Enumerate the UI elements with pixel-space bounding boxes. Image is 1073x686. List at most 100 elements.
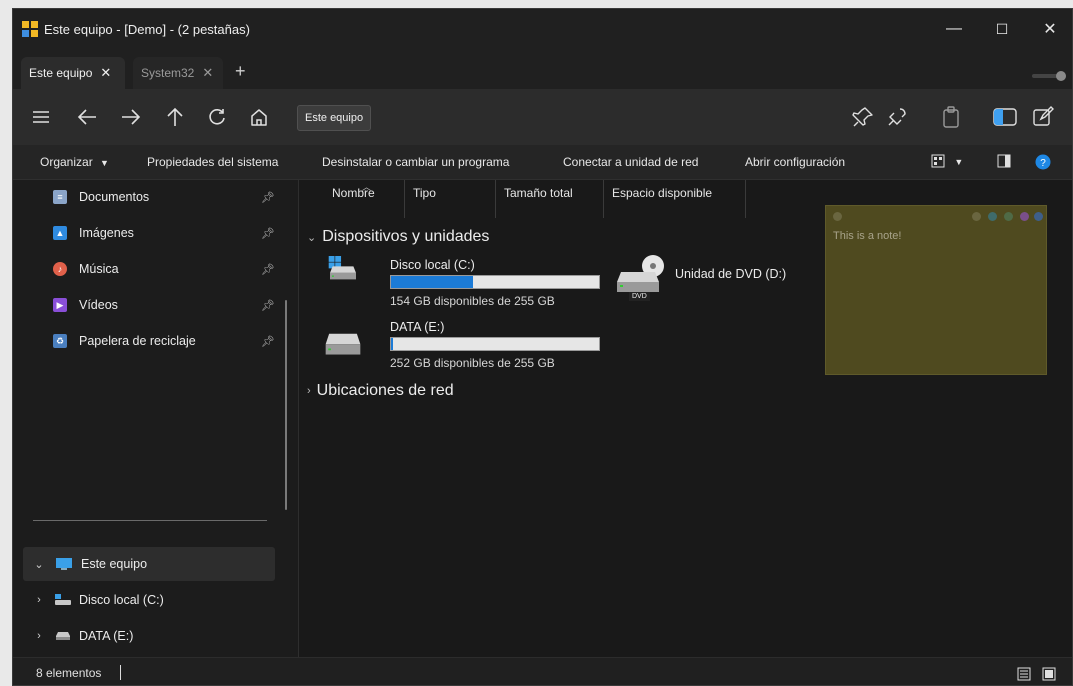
- sidebar-item-imagenes[interactable]: ▲ Imágenes: [53, 223, 134, 243]
- column-divider[interactable]: [603, 180, 604, 218]
- open-settings-button[interactable]: Abrir configuración: [745, 155, 845, 169]
- menu-icon[interactable]: [27, 103, 55, 131]
- address-bar[interactable]: Este equipo: [297, 105, 372, 131]
- pin-icon[interactable]: [849, 103, 877, 131]
- drive-icon: [55, 594, 71, 605]
- title-bar: Este equipo - [Demo] - (2 pestañas) — ☐ …: [13, 9, 1072, 49]
- view-options-button[interactable]: ▼: [931, 154, 963, 171]
- tab-system32[interactable]: System32 ✕: [133, 57, 223, 89]
- drive-name: Disco local (C:): [390, 258, 475, 272]
- column-header-tamano-total[interactable]: Tamaño total: [504, 186, 573, 200]
- sidebar-item-musica[interactable]: ♪ Música: [53, 259, 119, 279]
- drive-usage-bar: [390, 275, 600, 289]
- sidebar-scrollbar[interactable]: [285, 300, 287, 510]
- chevron-right-icon[interactable]: ›: [29, 630, 49, 642]
- preview-pane-button[interactable]: [997, 154, 1011, 171]
- dvd-badge: DVD: [629, 292, 650, 301]
- tab-bar: Este equipo ✕ System32 ✕ +: [13, 49, 1072, 89]
- sidebar-item-documentos[interactable]: ≡ Documentos: [53, 187, 149, 207]
- sidebar-divider: [33, 520, 267, 521]
- status-bar: 8 elementos: [13, 657, 1072, 685]
- close-tab-icon[interactable]: ✕: [100, 65, 111, 81]
- organize-label: Organizar: [40, 155, 93, 169]
- sidebar-item-videos[interactable]: ▶ Vídeos: [53, 295, 118, 315]
- windows-drive-icon: [328, 256, 356, 280]
- organize-menu[interactable]: Organizar ▼: [40, 155, 109, 169]
- refresh-icon[interactable]: [203, 103, 231, 131]
- pictures-icon: ▲: [53, 226, 67, 240]
- column-divider[interactable]: [745, 180, 746, 218]
- pinned-icon: 📌︎: [261, 228, 275, 240]
- sticky-note[interactable]: This is a note!: [825, 205, 1047, 375]
- window-title: Este equipo - [Demo] - (2 pestañas): [44, 22, 250, 37]
- column-header-nombre[interactable]: Nombre: [332, 186, 375, 200]
- note-text[interactable]: This is a note!: [833, 230, 901, 242]
- chevron-right-icon: ›: [307, 385, 311, 397]
- close-tab-icon[interactable]: ✕: [202, 65, 213, 81]
- edit-icon[interactable]: [1029, 103, 1057, 131]
- close-button[interactable]: ✕: [1026, 9, 1072, 49]
- column-divider[interactable]: [495, 180, 496, 218]
- tab-este-equipo[interactable]: Este equipo ✕: [21, 57, 125, 89]
- note-color-dot[interactable]: [1004, 212, 1013, 221]
- new-tab-button[interactable]: +: [235, 61, 246, 82]
- dual-pane-icon[interactable]: [991, 103, 1019, 131]
- drive-usage-fill: [391, 338, 394, 350]
- note-color-dot[interactable]: [1020, 212, 1029, 221]
- drive-name: DATA (E:): [390, 320, 445, 334]
- tree-item-este-equipo[interactable]: ⌄ Este equipo: [23, 547, 275, 581]
- tree-item-disco-local[interactable]: › Disco local (C:): [23, 583, 275, 617]
- column-header-espacio-disponible[interactable]: Espacio disponible: [612, 186, 712, 200]
- pinned-icon: 📌︎: [261, 264, 275, 276]
- navigation-pane: ≡ Documentos 📌︎ ▲ Imágenes 📌︎ ♪ Música 📌…: [13, 180, 299, 657]
- sidebar-item-label: Documentos: [79, 190, 150, 204]
- tab-label: Este equipo: [29, 66, 93, 80]
- preview-pane-icon: [997, 154, 1011, 168]
- minimize-button[interactable]: —: [930, 9, 978, 49]
- uninstall-program-button[interactable]: Desinstalar o cambiar un programa: [322, 155, 509, 169]
- sidebar-item-label: Imágenes: [79, 226, 134, 240]
- back-arrow-icon[interactable]: [73, 103, 101, 131]
- home-icon[interactable]: [245, 103, 273, 131]
- navigation-bar: Este equipo: [13, 89, 1072, 145]
- drive-free-space: 154 GB disponibles de 255 GB: [390, 294, 555, 308]
- drive-free-space: 252 GB disponibles de 255 GB: [390, 356, 555, 370]
- forward-arrow-icon[interactable]: [117, 103, 145, 131]
- help-button[interactable]: ?: [1035, 154, 1051, 173]
- chevron-right-icon[interactable]: ›: [29, 594, 49, 606]
- group-ubicaciones-red[interactable]: › Ubicaciones de red: [307, 382, 454, 400]
- videos-icon: ▶: [53, 298, 67, 312]
- pinned-icon: 📌︎: [261, 192, 275, 204]
- tab-width-slider[interactable]: [1032, 71, 1066, 81]
- chevron-down-icon[interactable]: ⌄: [29, 558, 49, 571]
- note-color-dot[interactable]: [972, 212, 981, 221]
- tree-item-data[interactable]: › DATA (E:): [23, 619, 275, 653]
- clipboard-icon[interactable]: [937, 103, 965, 131]
- unpin-icon[interactable]: [883, 103, 911, 131]
- pinned-icon: 📌︎: [261, 300, 275, 312]
- music-icon: ♪: [53, 262, 67, 276]
- drive-name: Unidad de DVD (D:): [675, 267, 787, 281]
- up-arrow-icon[interactable]: [161, 103, 189, 131]
- chevron-down-icon: ⌄: [307, 231, 317, 244]
- note-color-dot[interactable]: [988, 212, 997, 221]
- tab-label: System32: [141, 66, 195, 80]
- group-label: Dispositivos y unidades: [322, 228, 490, 245]
- system-properties-button[interactable]: Propiedades del sistema: [147, 155, 278, 169]
- sidebar-item-papelera[interactable]: ♻ Papelera de reciclaje: [53, 331, 196, 351]
- tree-item-label: Este equipo: [81, 557, 148, 571]
- group-dispositivos[interactable]: ⌄ Dispositivos y unidades: [307, 228, 489, 246]
- note-menu-dot[interactable]: [833, 212, 842, 221]
- note-color-dot[interactable]: [1034, 212, 1043, 221]
- details-view-icon[interactable]: [1017, 667, 1031, 681]
- svg-text:?: ?: [1040, 158, 1046, 169]
- sidebar-item-label: Música: [79, 262, 119, 276]
- column-header-tipo[interactable]: Tipo: [413, 186, 436, 200]
- large-icons-view-icon[interactable]: [1042, 667, 1056, 681]
- map-network-drive-button[interactable]: Conectar a unidad de red: [563, 155, 698, 169]
- column-divider[interactable]: [404, 180, 405, 218]
- documents-icon: ≡: [53, 190, 67, 204]
- chevron-down-icon: ▼: [100, 158, 109, 168]
- maximize-button[interactable]: ☐: [978, 9, 1026, 49]
- recycle-bin-icon: ♻: [53, 334, 67, 348]
